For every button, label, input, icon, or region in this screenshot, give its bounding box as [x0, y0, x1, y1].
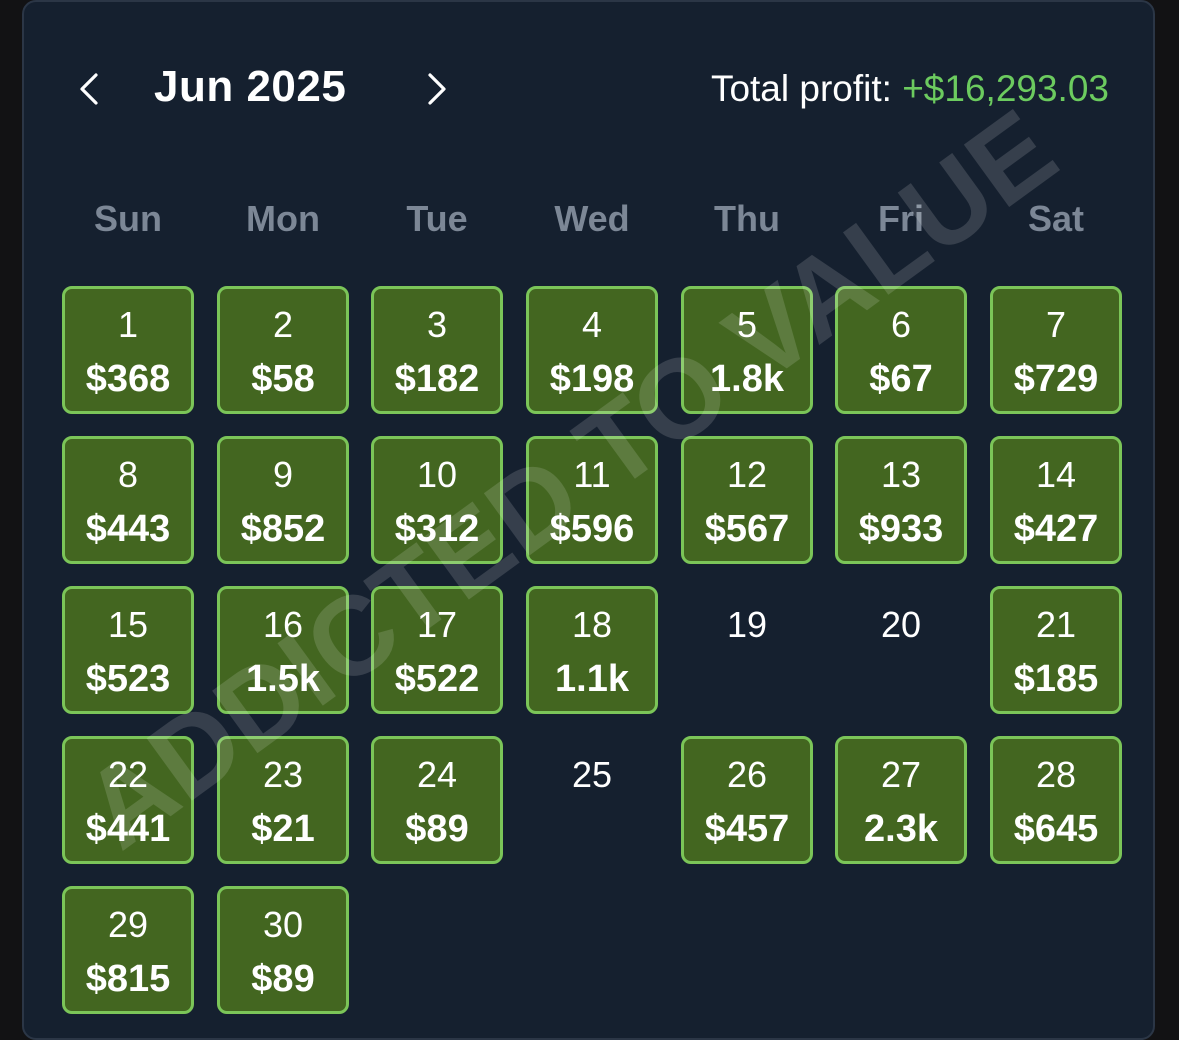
day-profit-amount: $645 — [1013, 808, 1099, 850]
day-cell-12[interactable]: 12 $567 — [681, 436, 813, 564]
day-cell-8[interactable]: 8 $443 — [62, 436, 194, 564]
day-profit-amount: $427 — [1013, 508, 1099, 550]
day-cell-16[interactable]: 16 1.5k — [217, 586, 349, 714]
day-profit-amount: $457 — [704, 808, 790, 850]
day-profit-amount: $312 — [394, 508, 480, 550]
day-cell-29[interactable]: 29 $815 — [62, 886, 194, 1014]
day-profit-amount: $58 — [251, 358, 315, 400]
day-cell-24[interactable]: 24 $89 — [371, 736, 503, 864]
day-profit-amount: 1.5k — [246, 658, 320, 700]
day-number: 2 — [272, 304, 294, 345]
day-number: 25 — [571, 754, 613, 795]
day-number: 27 — [880, 754, 922, 795]
day-profit-amount: $67 — [869, 358, 933, 400]
day-number: 28 — [1035, 754, 1077, 795]
day-cell-10[interactable]: 10 $312 — [371, 436, 503, 564]
day-number: 11 — [573, 454, 611, 495]
day-number: 20 — [880, 604, 922, 645]
day-cell-28[interactable]: 28 $645 — [990, 736, 1122, 864]
day-number: 5 — [736, 304, 758, 345]
day-cell-22[interactable]: 22 $441 — [62, 736, 194, 864]
day-profit-amount: $815 — [85, 958, 171, 1000]
day-cell-3[interactable]: 3 $182 — [371, 286, 503, 414]
day-number: 13 — [880, 454, 922, 495]
day-profit-amount: $368 — [85, 358, 171, 400]
day-cell-26[interactable]: 26 $457 — [681, 736, 813, 864]
day-cell-21[interactable]: 21 $185 — [990, 586, 1122, 714]
day-profit-amount: $522 — [394, 658, 480, 700]
day-number: 3 — [426, 304, 448, 345]
day-number: 29 — [107, 904, 149, 945]
day-number: 8 — [117, 454, 139, 495]
day-cell-6[interactable]: 6 $67 — [835, 286, 967, 414]
day-cell-15[interactable]: 15 $523 — [62, 586, 194, 714]
day-profit-amount: $596 — [549, 508, 635, 550]
day-cell-2[interactable]: 2 $58 — [217, 286, 349, 414]
day-profit-amount: $21 — [251, 808, 315, 850]
day-cell-5[interactable]: 5 1.8k — [681, 286, 813, 414]
day-profit-amount: $441 — [85, 808, 171, 850]
day-number: 23 — [262, 754, 304, 795]
day-profit-amount: $443 — [85, 508, 171, 550]
day-number: 14 — [1035, 454, 1077, 495]
day-cell-19[interactable]: 19 — [681, 586, 813, 714]
day-number: 15 — [107, 604, 149, 645]
day-number: 26 — [726, 754, 768, 795]
day-number: 19 — [726, 604, 768, 645]
day-profit-amount: 2.3k — [864, 808, 938, 850]
day-number: 10 — [416, 454, 458, 495]
day-number: 6 — [890, 304, 912, 345]
calendar-grid: 1 $368 2 $58 3 $182 4 $198 5 1.8k 6 $67 7 $729 8 $443 9 $… — [24, 2, 1153, 1038]
day-cell-9[interactable]: 9 $852 — [217, 436, 349, 564]
day-profit-amount: $852 — [240, 508, 326, 550]
day-number: 30 — [262, 904, 304, 945]
day-number: 1 — [117, 304, 139, 345]
day-cell-14[interactable]: 14 $427 — [990, 436, 1122, 564]
day-profit-amount: $198 — [549, 358, 635, 400]
day-cell-27[interactable]: 27 2.3k — [835, 736, 967, 864]
day-cell-23[interactable]: 23 $21 — [217, 736, 349, 864]
profit-calendar-panel: Jun 2025 Total profit: +$16,293.03 Sun Mo… — [22, 0, 1155, 1040]
day-number: 9 — [272, 454, 294, 495]
day-cell-25[interactable]: 25 — [526, 736, 658, 864]
day-number: 16 — [262, 604, 304, 645]
day-cell-17[interactable]: 17 $522 — [371, 586, 503, 714]
day-cell-11[interactable]: 11 $596 — [526, 436, 658, 564]
day-number: 17 — [416, 604, 458, 645]
day-cell-13[interactable]: 13 $933 — [835, 436, 967, 564]
day-number: 24 — [416, 754, 458, 795]
day-profit-amount: $182 — [394, 358, 480, 400]
day-profit-amount: 1.1k — [555, 658, 629, 700]
day-number: 18 — [571, 604, 613, 645]
day-number: 7 — [1045, 304, 1067, 345]
day-cell-30[interactable]: 30 $89 — [217, 886, 349, 1014]
day-profit-amount: $89 — [405, 808, 469, 850]
day-number: 12 — [726, 454, 768, 495]
day-profit-amount: 1.8k — [710, 358, 784, 400]
day-cell-7[interactable]: 7 $729 — [990, 286, 1122, 414]
day-cell-20[interactable]: 20 — [835, 586, 967, 714]
day-number: 21 — [1035, 604, 1077, 645]
day-profit-amount: $185 — [1013, 658, 1099, 700]
day-number: 22 — [107, 754, 149, 795]
day-number: 4 — [581, 304, 603, 345]
day-cell-18[interactable]: 18 1.1k — [526, 586, 658, 714]
day-profit-amount: $729 — [1013, 358, 1099, 400]
day-profit-amount: $523 — [85, 658, 171, 700]
day-profit-amount: $89 — [251, 958, 315, 1000]
day-cell-4[interactable]: 4 $198 — [526, 286, 658, 414]
day-profit-amount: $933 — [858, 508, 944, 550]
day-profit-amount: $567 — [704, 508, 790, 550]
day-cell-1[interactable]: 1 $368 — [62, 286, 194, 414]
